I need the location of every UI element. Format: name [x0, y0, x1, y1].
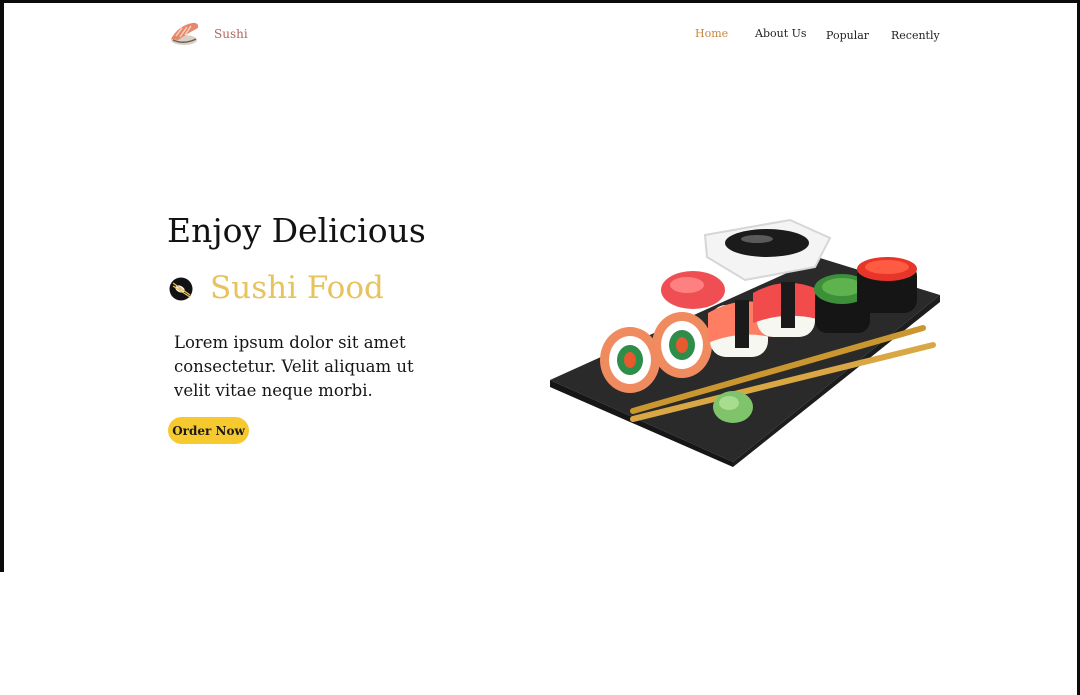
sushi-nigiri-icon[interactable]: [168, 18, 202, 48]
order-now-button[interactable]: Order Now: [168, 417, 249, 444]
hero-subtitle: Sushi Food: [210, 270, 384, 306]
sushi-platter-image: [550, 218, 940, 467]
window-top-edge: [0, 0, 1080, 3]
hero-title: Enjoy Delicious: [167, 211, 426, 250]
nav-home[interactable]: Home: [695, 27, 728, 40]
brand-name[interactable]: Sushi: [214, 27, 248, 41]
nav-recently[interactable]: Recently: [891, 29, 940, 42]
window-left-edge: [0, 0, 4, 572]
nav-about-us[interactable]: About Us: [755, 27, 807, 40]
nav-popular[interactable]: Popular: [826, 29, 869, 42]
chopsticks-icon: [169, 277, 193, 301]
hero-description: Lorem ipsum dolor sit amet consectetur. …: [174, 333, 414, 400]
